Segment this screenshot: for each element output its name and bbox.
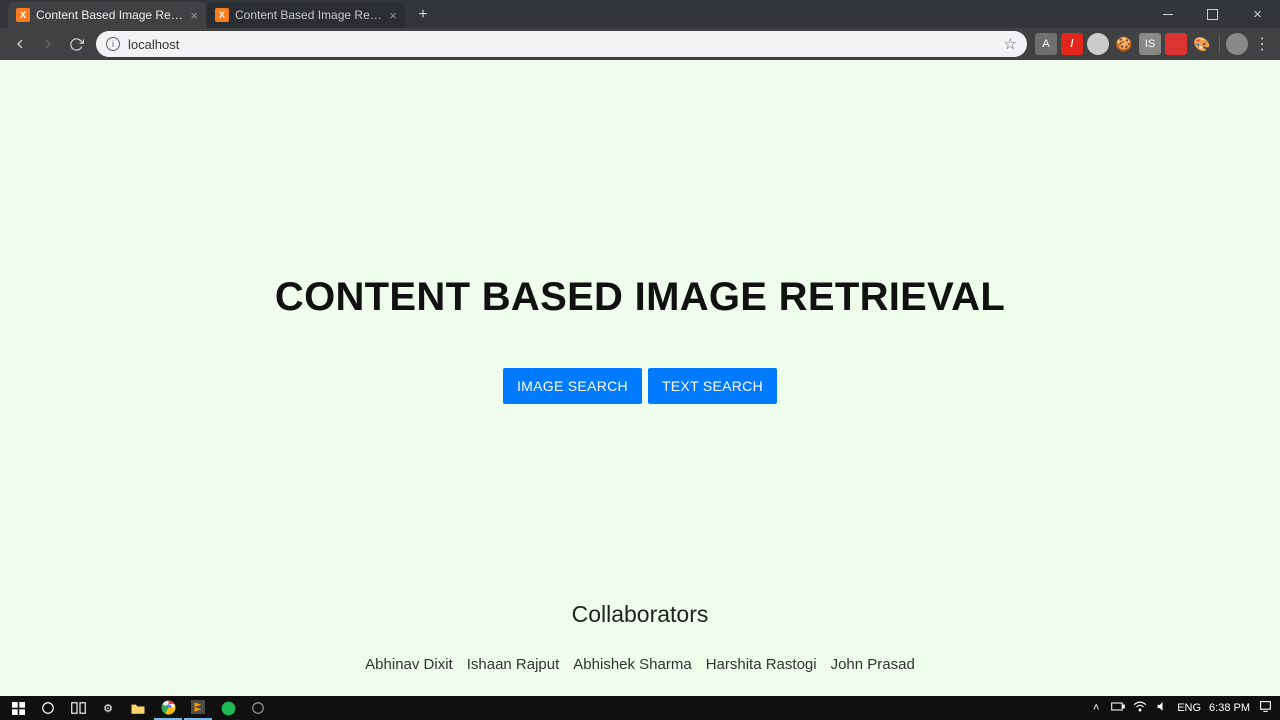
start-button[interactable] [4, 696, 32, 720]
language-indicator[interactable]: ENG [1177, 702, 1201, 714]
browser-menu-button[interactable]: ⋮ [1250, 34, 1274, 54]
extension-icon[interactable]: A [1035, 33, 1057, 55]
notifications-icon[interactable] [1258, 700, 1272, 716]
reload-button[interactable] [62, 30, 90, 58]
task-view-icon[interactable] [64, 696, 92, 720]
browser-toolbar: i ☆ A / 🍪 IS 🎨 ⋮ [0, 28, 1280, 60]
text-search-button[interactable]: TEXT SEARCH [648, 368, 777, 404]
tab-title: Content Based Image Retrieval [235, 8, 383, 22]
collaborator-name: John Prasad [831, 656, 915, 673]
address-bar[interactable]: i ☆ [96, 31, 1027, 57]
wifi-icon[interactable] [1133, 701, 1147, 715]
settings-taskbar-icon[interactable]: ⚙ [94, 696, 122, 720]
system-tray: ˄ ENG 6:38 PM [1089, 700, 1276, 716]
window-close-button[interactable]: × [1235, 0, 1280, 28]
sublime-taskbar-icon[interactable] [184, 696, 212, 720]
battery-icon[interactable] [1111, 702, 1125, 714]
extension-icon[interactable] [1165, 33, 1187, 55]
windows-taskbar: ⚙ ˄ ENG 6:38 PM [0, 696, 1280, 720]
cortana-icon[interactable] [34, 696, 62, 720]
forward-button[interactable] [34, 30, 62, 58]
separator [1219, 35, 1220, 53]
clock[interactable]: 6:38 PM [1209, 702, 1250, 714]
collaborator-name: Abhishek Sharma [573, 656, 691, 673]
browser-tab-inactive[interactable]: X Content Based Image Retrieval × [207, 2, 405, 28]
close-tab-icon[interactable]: × [389, 8, 397, 23]
page-content: CONTENT BASED IMAGE RETRIEVAL IMAGE SEAR… [0, 60, 1280, 696]
back-button[interactable] [6, 30, 34, 58]
chrome-taskbar-icon[interactable] [154, 696, 182, 720]
extension-icon[interactable] [1087, 33, 1109, 55]
tab-title: Content Based Image Retrieval [36, 8, 184, 22]
extension-icon[interactable]: 🎨 [1191, 33, 1213, 55]
spotify-taskbar-icon[interactable] [214, 696, 242, 720]
close-tab-icon[interactable]: × [190, 8, 198, 23]
collaborators-title: Collaborators [365, 601, 915, 628]
xampp-favicon: X [215, 8, 229, 22]
bookmark-star-icon[interactable]: ☆ [1004, 35, 1017, 53]
image-search-button[interactable]: IMAGE SEARCH [503, 368, 642, 404]
xampp-favicon: X [16, 8, 30, 22]
app-taskbar-icon[interactable] [244, 696, 272, 720]
file-explorer-icon[interactable] [124, 696, 152, 720]
window-controls: × [1145, 0, 1280, 28]
collaborators-section: Collaborators Abhinav Dixit Ishaan Rajpu… [365, 601, 915, 673]
collaborator-name: Harshita Rastogi [706, 656, 817, 673]
new-tab-button[interactable]: + [410, 2, 436, 28]
collaborators-list: Abhinav Dixit Ishaan Rajput Abhishek Sha… [365, 656, 915, 673]
extension-icon[interactable]: / [1061, 33, 1083, 55]
extension-icon[interactable]: IS [1139, 33, 1161, 55]
collaborator-name: Abhinav Dixit [365, 656, 453, 673]
volume-icon[interactable] [1155, 700, 1169, 716]
tray-chevron-icon[interactable]: ˄ [1089, 702, 1103, 714]
browser-tabstrip: X Content Based Image Retrieval × X Cont… [0, 0, 1280, 28]
search-buttons-row: IMAGE SEARCH TEXT SEARCH [503, 368, 777, 404]
browser-tab-active[interactable]: X Content Based Image Retrieval × [8, 2, 206, 28]
url-input[interactable] [128, 37, 1004, 52]
profile-avatar[interactable] [1226, 33, 1248, 55]
window-minimize-button[interactable] [1145, 0, 1190, 28]
window-maximize-button[interactable] [1190, 0, 1235, 28]
extension-icon[interactable]: 🍪 [1113, 33, 1135, 55]
site-info-icon[interactable]: i [106, 37, 120, 51]
page-title: CONTENT BASED IMAGE RETRIEVAL [275, 275, 1005, 320]
collaborator-name: Ishaan Rajput [467, 656, 560, 673]
